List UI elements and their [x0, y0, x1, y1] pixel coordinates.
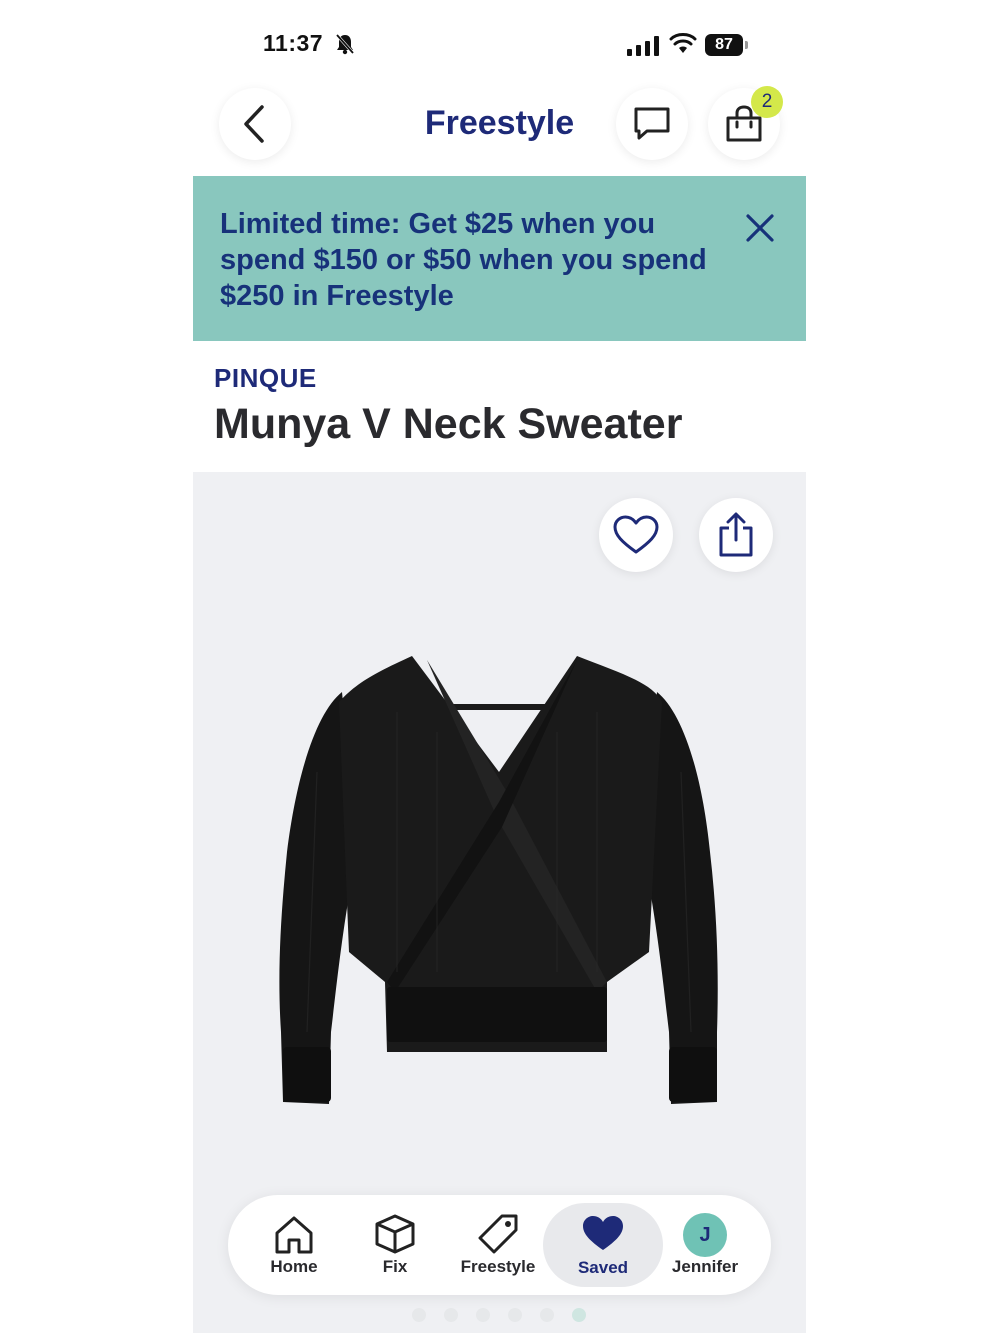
- tag-icon: [478, 1214, 518, 1254]
- page-dot[interactable]: [444, 1308, 458, 1322]
- battery-nub: [745, 41, 748, 49]
- product-name: Munya V Neck Sweater: [214, 400, 683, 448]
- nav-freestyle[interactable]: Freestyle: [448, 1195, 548, 1295]
- favorite-button[interactable]: [599, 498, 673, 572]
- nav-saved-label: Saved: [577, 1258, 629, 1277]
- page-dot[interactable]: [412, 1308, 426, 1322]
- nav-freestyle-label: Freestyle: [460, 1257, 536, 1276]
- bell-off-icon: [335, 34, 355, 55]
- page-dot[interactable]: [540, 1308, 554, 1322]
- home-icon: [275, 1216, 313, 1254]
- avatar: J: [683, 1213, 727, 1257]
- status-time: 11:37: [263, 30, 324, 56]
- share-icon: [719, 512, 753, 557]
- heart-outline-icon: [613, 515, 659, 554]
- page-dot[interactable]: [476, 1308, 490, 1322]
- heart-icon: [583, 1216, 623, 1250]
- product-brand: PINQUE: [214, 363, 317, 393]
- bag-count-badge: 2: [751, 86, 783, 118]
- nav-profile[interactable]: J Jennifer: [655, 1195, 755, 1295]
- signal-icon: [627, 36, 659, 56]
- status-bar: 11:37 87: [193, 0, 806, 90]
- nav-saved[interactable]: Saved: [543, 1203, 663, 1287]
- phone-screen: 11:37 87 Freestyle 2 Limited time: Get $…: [193, 0, 806, 1333]
- nav-fix-label: Fix: [382, 1257, 408, 1276]
- page-dot-active[interactable]: [572, 1308, 586, 1322]
- image-pagination-dots: [412, 1308, 592, 1322]
- wifi-icon: [669, 33, 697, 53]
- nav-home[interactable]: Home: [244, 1195, 344, 1295]
- battery-level: 87: [705, 34, 743, 56]
- nav-home-label: Home: [270, 1257, 318, 1276]
- promo-text: Limited time: Get $25 when you spend $15…: [220, 208, 707, 312]
- chat-button[interactable]: [616, 88, 688, 160]
- nav-profile-label: Jennifer: [671, 1257, 739, 1276]
- box-icon: [375, 1214, 415, 1254]
- chat-icon: [634, 107, 670, 140]
- page-dot[interactable]: [508, 1308, 522, 1322]
- share-button[interactable]: [699, 498, 773, 572]
- close-icon[interactable]: [742, 210, 778, 246]
- product-photo: [279, 656, 718, 1104]
- header: Freestyle 2: [193, 86, 806, 162]
- promo-banner: Limited time: Get $25 when you spend $15…: [193, 176, 806, 341]
- nav-fix[interactable]: Fix: [345, 1195, 445, 1295]
- bottom-nav: Home Fix Freestyle Saved J Jennifer: [228, 1195, 771, 1295]
